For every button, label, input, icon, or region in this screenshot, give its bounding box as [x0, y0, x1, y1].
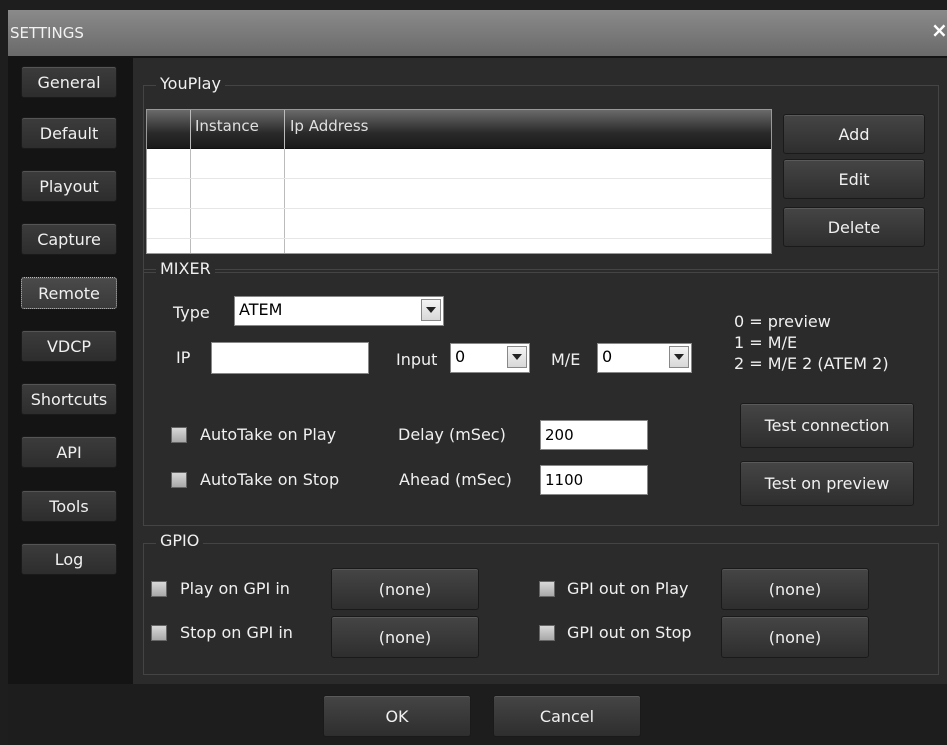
sidebar-item-vdcp[interactable]: VDCP: [21, 330, 117, 362]
table-row: [147, 178, 771, 179]
column-divider: [284, 110, 285, 253]
chevron-down-icon[interactable]: [421, 299, 441, 321]
stop-on-gpi-label: Stop on GPI in: [180, 623, 293, 642]
youplay-group-label: YouPlay: [156, 74, 225, 93]
column-divider: [190, 110, 191, 253]
youplay-table[interactable]: Instance Ip Address: [146, 109, 772, 254]
table-row: [147, 208, 771, 209]
sidebar-item-shortcuts[interactable]: Shortcuts: [21, 383, 117, 415]
sidebar-item-general[interactable]: General: [21, 66, 117, 98]
delay-label: Delay (mSec): [398, 425, 506, 444]
footer-bar: [8, 684, 947, 745]
column-header-instance[interactable]: Instance: [195, 117, 259, 135]
mixer-type-value: ATEM: [239, 300, 283, 319]
me-value: 0: [602, 347, 613, 366]
gpi-out-play-select-button[interactable]: (none): [721, 568, 869, 610]
delay-input[interactable]: 200: [540, 420, 648, 450]
input-label: Input: [396, 350, 438, 369]
stop-on-gpi-checkbox[interactable]: [151, 625, 167, 641]
autotake-stop-checkbox[interactable]: [171, 472, 187, 488]
info-line: 0 = preview: [734, 312, 831, 331]
gpi-out-play-checkbox[interactable]: [539, 581, 555, 597]
table-row: [147, 238, 771, 239]
info-line: 1 = M/E: [734, 333, 798, 352]
sidebar-item-capture[interactable]: Capture: [21, 223, 117, 255]
autotake-play-checkbox[interactable]: [171, 427, 187, 443]
table-header: Instance Ip Address: [147, 110, 771, 149]
window-title: SETTINGS: [10, 24, 84, 42]
sidebar-item-default[interactable]: Default: [21, 117, 117, 149]
sidebar-item-tools[interactable]: Tools: [21, 490, 117, 522]
ip-input[interactable]: [211, 342, 369, 374]
play-on-gpi-select-button[interactable]: (none): [331, 568, 479, 610]
input-select[interactable]: 0: [450, 343, 530, 373]
column-header-ip-address[interactable]: Ip Address: [290, 117, 368, 135]
cancel-button[interactable]: Cancel: [493, 695, 641, 737]
mixer-group-label: MIXER: [156, 259, 215, 278]
me-select[interactable]: 0: [597, 343, 692, 373]
chevron-down-icon[interactable]: [669, 346, 689, 368]
gpi-out-stop-checkbox[interactable]: [539, 625, 555, 641]
play-on-gpi-checkbox[interactable]: [151, 581, 167, 597]
title-bar: SETTINGS ×: [8, 10, 947, 56]
me-info-text: 0 = preview 1 = M/E 2 = M/E 2 (ATEM 2): [734, 311, 889, 374]
type-label: Type: [173, 303, 210, 322]
test-on-preview-button[interactable]: Test on preview: [740, 461, 914, 506]
play-on-gpi-label: Play on GPI in: [180, 579, 290, 598]
input-value: 0: [455, 347, 466, 366]
gpi-out-stop-select-button[interactable]: (none): [721, 616, 869, 658]
ahead-input[interactable]: 1100: [540, 465, 648, 495]
gpi-out-play-label: GPI out on Play: [567, 579, 689, 598]
autotake-play-label: AutoTake on Play: [200, 425, 337, 444]
settings-window: SETTINGS × General Default Playout Captu…: [8, 10, 947, 745]
autotake-stop-label: AutoTake on Stop: [200, 470, 340, 489]
close-icon[interactable]: ×: [931, 20, 947, 40]
info-line: 2 = M/E 2 (ATEM 2): [734, 354, 889, 373]
sidebar-item-playout[interactable]: Playout: [21, 170, 117, 202]
sidebar-item-remote[interactable]: Remote: [21, 277, 117, 309]
ahead-label: Ahead (mSec): [399, 470, 512, 489]
edit-button[interactable]: Edit: [783, 159, 925, 199]
me-label: M/E: [551, 350, 581, 369]
ip-label: IP: [176, 348, 191, 367]
chevron-down-icon[interactable]: [507, 346, 527, 368]
test-connection-button[interactable]: Test connection: [740, 403, 914, 448]
gpio-group-label: GPIO: [156, 531, 204, 550]
stop-on-gpi-select-button[interactable]: (none): [331, 616, 479, 658]
gpi-out-stop-label: GPI out on Stop: [567, 623, 692, 642]
sidebar-item-log[interactable]: Log: [21, 543, 117, 575]
delete-button[interactable]: Delete: [783, 207, 925, 247]
mixer-type-select[interactable]: ATEM: [234, 296, 444, 326]
sidebar-item-api[interactable]: API: [21, 436, 117, 468]
ok-button[interactable]: OK: [323, 695, 471, 737]
add-button[interactable]: Add: [783, 114, 925, 154]
